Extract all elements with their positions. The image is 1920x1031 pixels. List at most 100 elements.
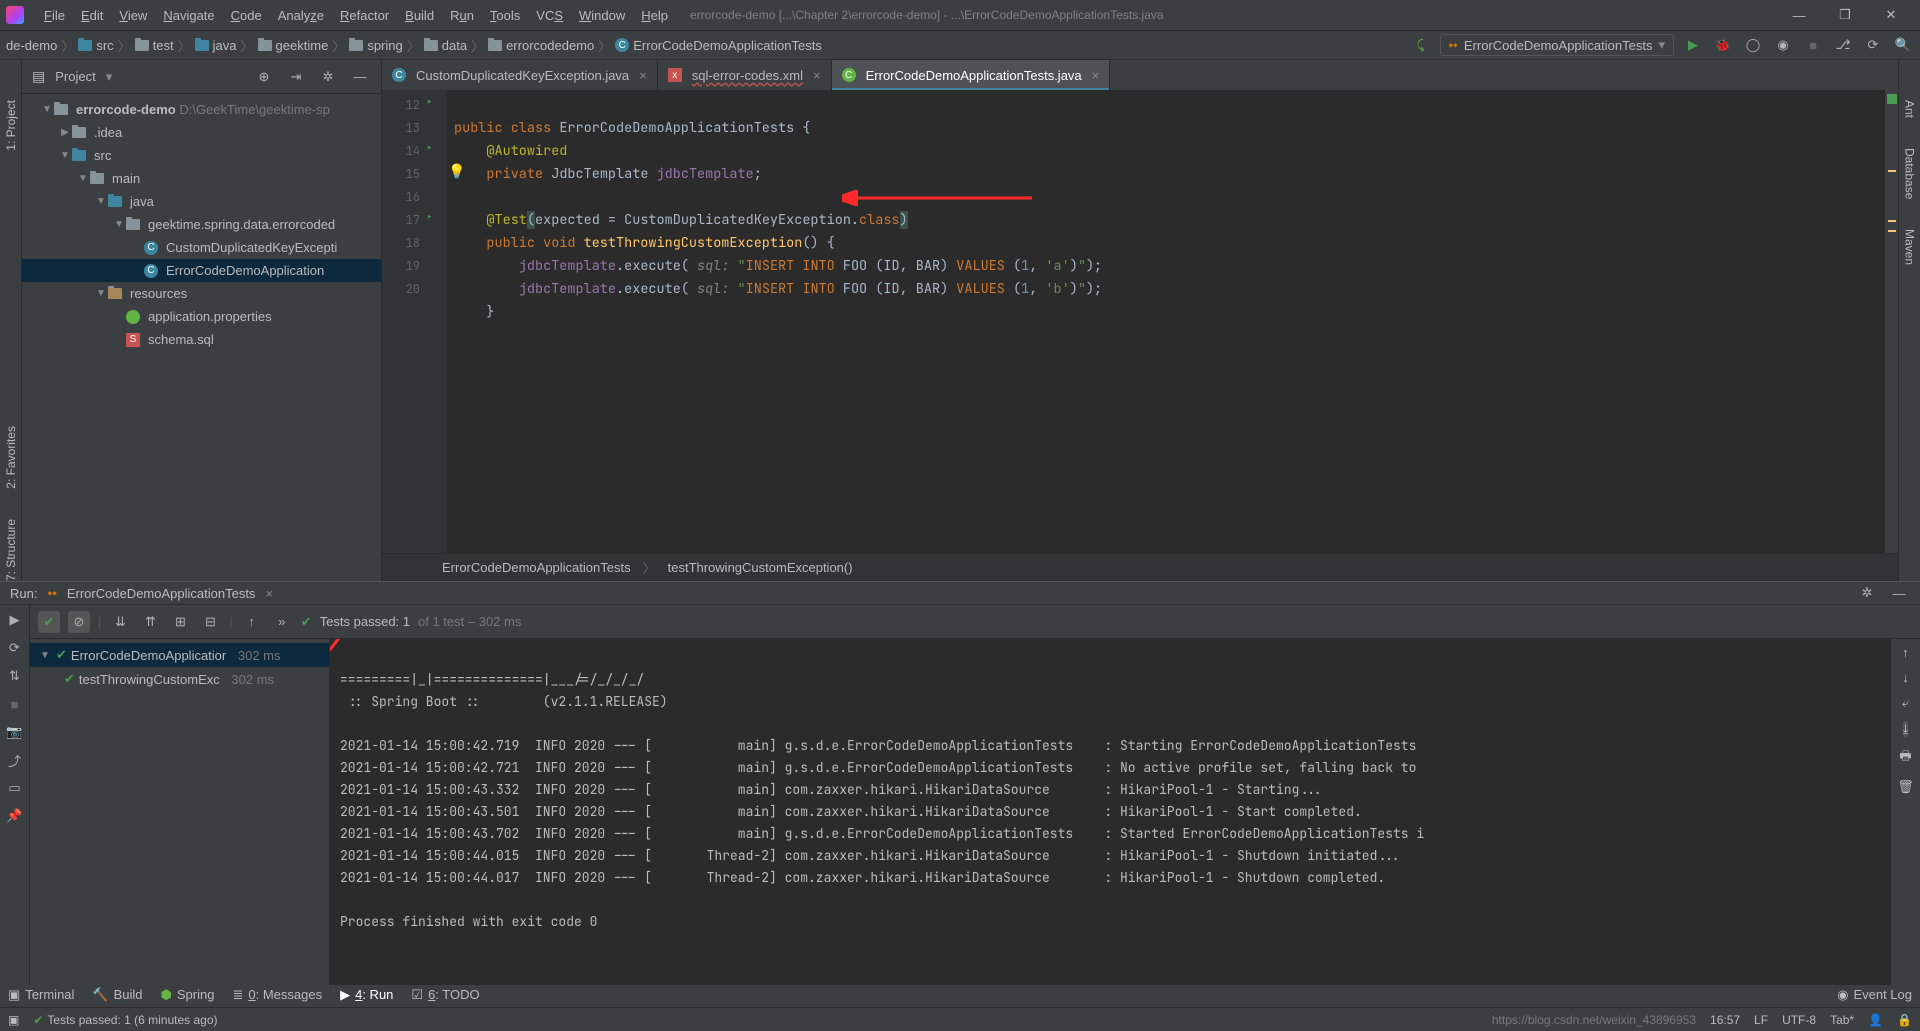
run-tab[interactable]: ▶4: Run	[340, 987, 393, 1003]
line-separator[interactable]: LF	[1754, 1013, 1768, 1027]
structure-tool-tab[interactable]: 7: Structure	[4, 519, 18, 581]
crumb-class[interactable]: ErrorCodeDemoApplicationTests	[442, 560, 631, 575]
terminal-tab[interactable]: ▣Terminal	[8, 987, 74, 1003]
console-output[interactable]: =========|_|==============|___/=/_/_/_/ …	[330, 639, 1890, 985]
todo-tab[interactable]: ☑6: TODO	[411, 987, 479, 1003]
debug-button[interactable]: 🐞	[1712, 34, 1734, 56]
close-run-tab[interactable]: ×	[265, 586, 273, 601]
breadcrumb-item[interactable]: data	[442, 38, 467, 53]
collapse-icon[interactable]: ⇥	[285, 66, 307, 88]
minimize-icon[interactable]: —	[1888, 582, 1910, 604]
print-button[interactable]: 🖶	[1899, 747, 1911, 769]
menu-tools[interactable]: Tools	[482, 8, 528, 23]
expand-button[interactable]: ⊞	[169, 611, 191, 633]
layout-button[interactable]: ▭	[6, 779, 24, 797]
build-tab[interactable]: 🔨Build	[92, 987, 142, 1003]
overview-ruler[interactable]	[1884, 90, 1898, 553]
breadcrumb[interactable]: de-demo〉 src〉 test〉 java〉 geektime〉 spri…	[6, 36, 822, 55]
close-tab-icon[interactable]: ×	[639, 68, 647, 83]
tree-node[interactable]: .idea	[94, 125, 122, 140]
tree-node[interactable]: main	[112, 171, 140, 186]
menu-run[interactable]: Run	[442, 8, 482, 23]
tree-node[interactable]: CustomDuplicatedKeyExcepti	[166, 240, 337, 255]
editor-breadcrumb[interactable]: ErrorCodeDemoApplicationTests〉 testThrow…	[382, 553, 1898, 581]
breadcrumb-item[interactable]: de-demo	[6, 38, 57, 53]
encoding[interactable]: UTF-8	[1782, 1013, 1816, 1027]
test-tree[interactable]: ▼✔ErrorCodeDemoApplicatior 302 ms ✔testT…	[30, 639, 330, 985]
menu-help[interactable]: Help	[633, 8, 676, 23]
toggle-button[interactable]: ⟳	[6, 639, 24, 657]
tree-node[interactable]: src	[94, 148, 111, 163]
close-button[interactable]: ✕	[1868, 0, 1914, 30]
minimize-button[interactable]: —	[1776, 0, 1822, 30]
run-marker-icon[interactable]: ▸	[426, 94, 433, 110]
source-code[interactable]: public class ErrorCodeDemoApplicationTes…	[448, 90, 1884, 553]
test-leaf[interactable]: ✔testThrowingCustomExc 302 ms	[30, 667, 329, 691]
project-root[interactable]: errorcode-demo	[76, 102, 176, 117]
up-button[interactable]: ↑	[1902, 645, 1909, 660]
close-tab-icon[interactable]: ×	[1092, 68, 1100, 83]
tree-node[interactable]: resources	[130, 286, 187, 301]
down-button[interactable]: ↓	[1902, 670, 1909, 685]
menu-window[interactable]: Window	[571, 8, 633, 23]
spring-tab[interactable]: ⬢Spring	[161, 987, 215, 1003]
scroll-end-button[interactable]: ⤓	[1903, 721, 1909, 737]
coverage-button[interactable]: ◯	[1742, 34, 1764, 56]
tree-node[interactable]: schema.sql	[148, 332, 214, 347]
sync-button[interactable]: ⟳	[1862, 34, 1884, 56]
favorites-tool-tab[interactable]: 2: Favorites	[4, 426, 18, 489]
menu-analyze[interactable]: Analyze	[270, 8, 332, 23]
tree-node[interactable]: application.properties	[148, 309, 272, 324]
editor-tab[interactable]: CCustomDuplicatedKeyException.java×	[382, 60, 658, 90]
locate-icon[interactable]: ⊕	[253, 66, 275, 88]
vcs-button[interactable]: ⎇	[1832, 34, 1854, 56]
menu-file[interactable]: File	[36, 8, 73, 23]
status-icon[interactable]: ▣	[8, 1013, 19, 1027]
collapse-button[interactable]: ⊟	[199, 611, 221, 633]
breadcrumb-item[interactable]: ErrorCodeDemoApplicationTests	[633, 38, 822, 53]
menu-edit[interactable]: Edit	[73, 8, 111, 23]
more-button[interactable]: »	[271, 611, 293, 633]
breadcrumb-item[interactable]: errorcodedemo	[506, 38, 594, 53]
show-passed-button[interactable]: ✔	[38, 611, 60, 633]
search-button[interactable]: 🔍	[1892, 34, 1914, 56]
tree-node[interactable]: geektime.spring.data.errorcoded	[148, 217, 335, 232]
tree-node-selected[interactable]: ErrorCodeDemoApplication	[166, 263, 324, 278]
caret-position[interactable]: 16:57	[1710, 1013, 1740, 1027]
build-icon[interactable]: ⤹	[1410, 34, 1432, 56]
ant-tool-tab[interactable]: Ant	[1903, 100, 1917, 118]
show-ignored-button[interactable]: ⊘	[68, 611, 90, 633]
project-tool-tab[interactable]: 1: Project	[4, 100, 18, 151]
run-marker-icon[interactable]: ▸	[426, 209, 433, 225]
maximize-button[interactable]: ❐	[1822, 0, 1868, 30]
wrap-button[interactable]: ⤶	[1902, 695, 1909, 711]
inspection-icon[interactable]: 👤	[1868, 1013, 1883, 1027]
tree-node[interactable]: java	[130, 194, 154, 209]
sort-alpha-button[interactable]: ⇊	[109, 611, 131, 633]
intention-bulb-icon[interactable]: 💡	[448, 163, 465, 181]
sort-duration-button[interactable]: ⇈	[139, 611, 161, 633]
dump-button[interactable]: 📷	[6, 723, 24, 741]
editor-tab[interactable]: xsql-error-codes.xml×	[658, 60, 832, 90]
rerun-button[interactable]: ▶	[6, 611, 24, 629]
indent[interactable]: Tab*	[1830, 1013, 1854, 1027]
hide-icon[interactable]: —	[349, 66, 371, 88]
run-config-selector[interactable]: ⬩⬩ ErrorCodeDemoApplicationTests ▾	[1440, 34, 1675, 56]
crumb-method[interactable]: testThrowingCustomException()	[668, 560, 853, 575]
lock-icon[interactable]: 🔒	[1897, 1013, 1912, 1027]
menu-refactor[interactable]: Refactor	[332, 8, 397, 23]
settings-icon[interactable]: ✲	[317, 66, 339, 88]
menu-vcs[interactable]: VCS	[528, 8, 571, 23]
breadcrumb-item[interactable]: geektime	[276, 38, 329, 53]
menu-code[interactable]: Code	[223, 8, 270, 23]
editor-tab-active[interactable]: CErrorCodeDemoApplicationTests.java×	[832, 60, 1111, 90]
breadcrumb-item[interactable]: spring	[367, 38, 402, 53]
project-tree[interactable]: ▼errorcode-demo D:\GeekTime\geektime-sp …	[22, 94, 381, 581]
settings-icon[interactable]: ✲	[1856, 582, 1878, 604]
maven-tool-tab[interactable]: Maven	[1903, 229, 1917, 265]
stop-button[interactable]: ■	[1802, 34, 1824, 56]
breadcrumb-item[interactable]: test	[153, 38, 174, 53]
exit-button[interactable]: ⤴	[6, 751, 24, 769]
test-root[interactable]: ▼✔ErrorCodeDemoApplicatior 302 ms	[30, 643, 329, 667]
pin-button[interactable]: 📌	[6, 807, 24, 825]
